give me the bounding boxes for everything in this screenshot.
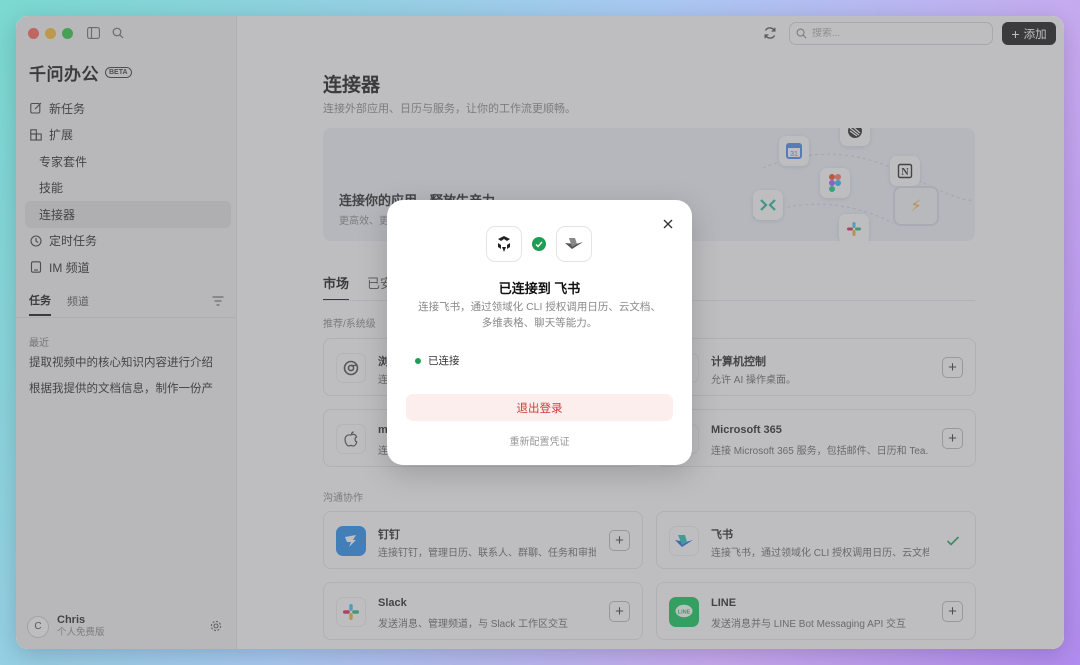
app-logo-icon	[486, 226, 522, 262]
close-icon[interactable]	[660, 216, 676, 232]
connection-dialog: 已连接到 飞书 连接飞书，通过领域化 CLI 授权调用日历、云文档、多维表格、聊…	[387, 200, 692, 465]
status-dot	[415, 357, 421, 364]
dialog-description: 连接飞书，通过领域化 CLI 授权调用日历、云文档、多维表格、聊天等能力。	[418, 301, 661, 329]
check-icon	[532, 237, 546, 251]
status-label: 已连接	[428, 355, 460, 367]
reconfigure-credentials-link[interactable]: 重新配置凭证	[387, 433, 692, 448]
logout-button[interactable]: 退出登录	[406, 394, 673, 421]
feishu-icon	[556, 226, 592, 262]
connection-status: 已连接	[415, 353, 460, 368]
dialog-title: 已连接到 飞书	[498, 281, 581, 296]
app-window: 千问办公 BETA 新任务 扩展 专家套件 技能 连接器 定时任务 IM 频道 …	[16, 16, 1064, 649]
